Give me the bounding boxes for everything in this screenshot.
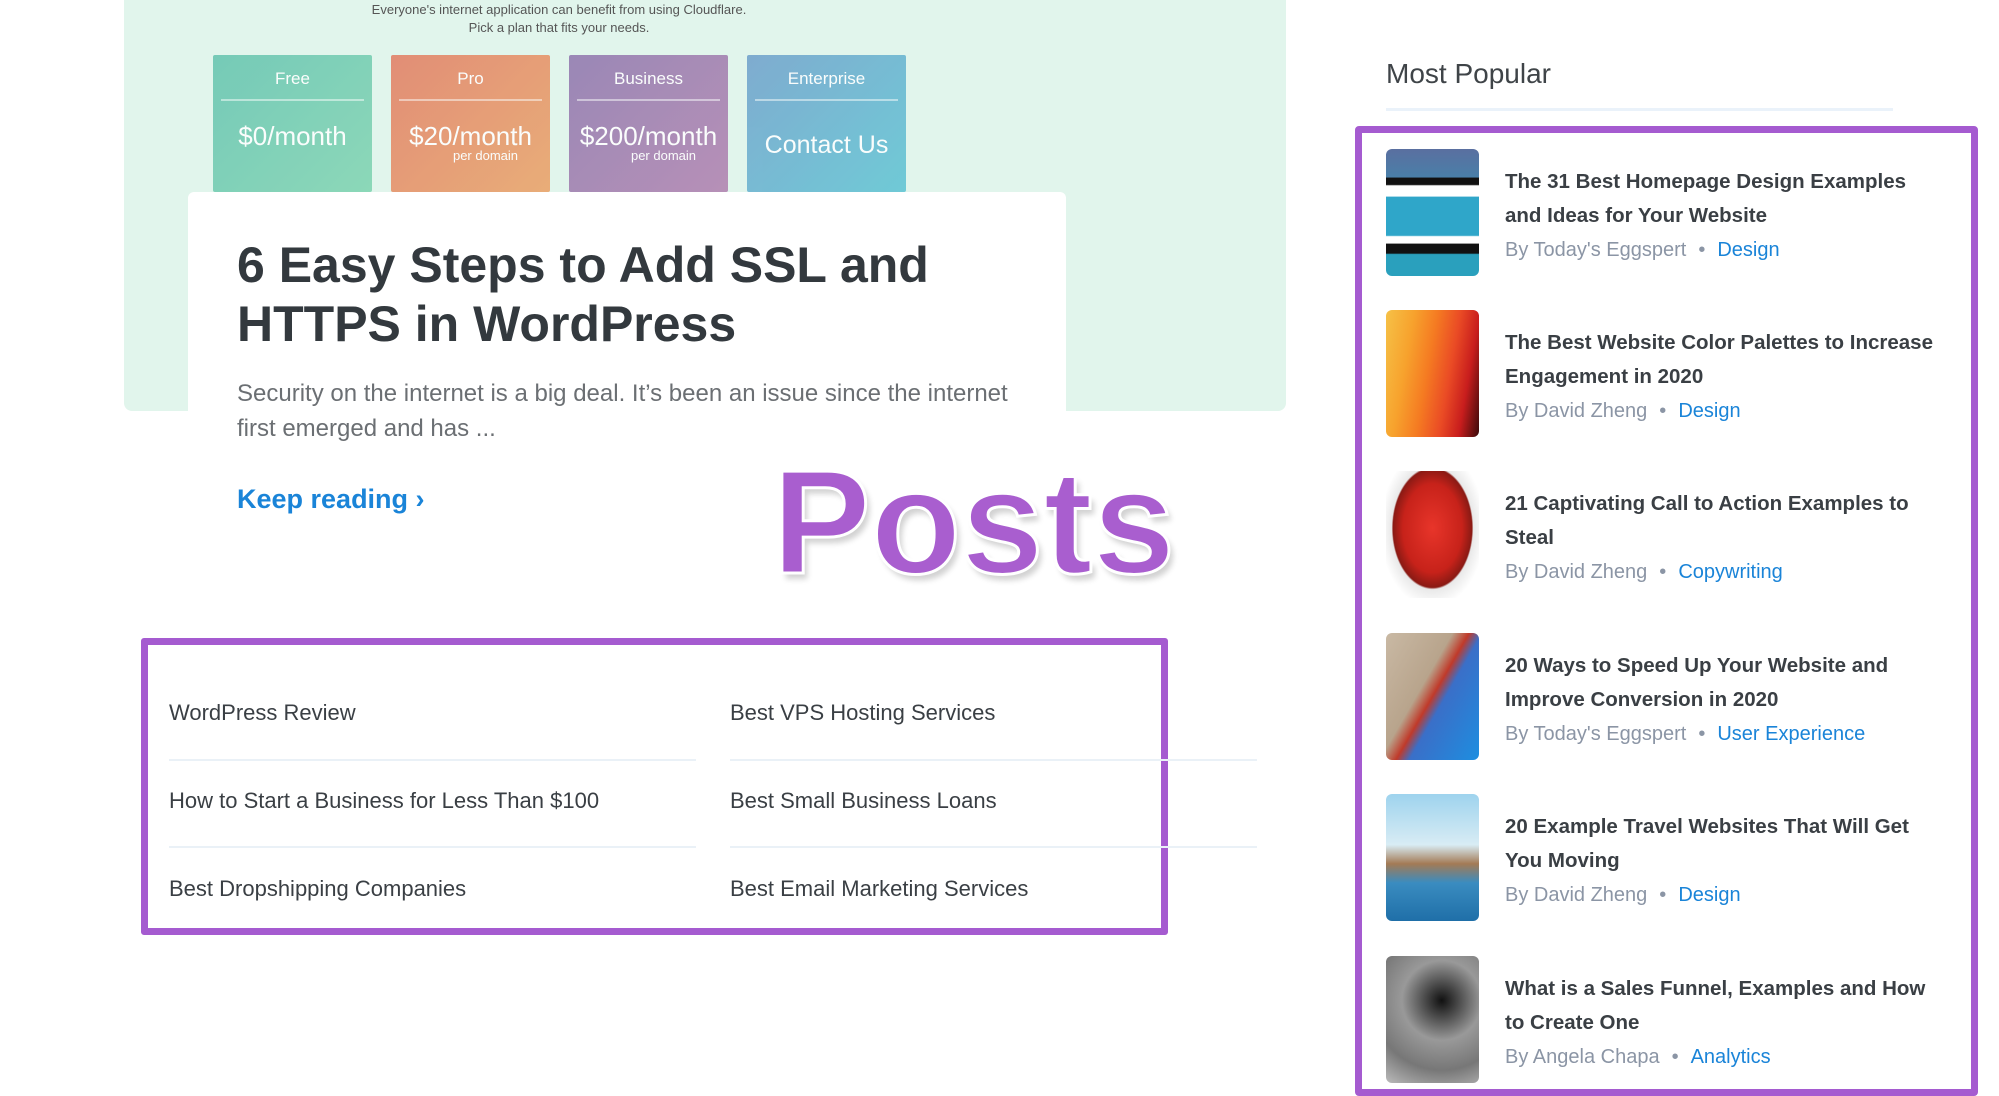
item-category[interactable]: Design bbox=[1678, 884, 1740, 906]
bullet-icon: • bbox=[1659, 561, 1667, 583]
item-title[interactable]: 20 Ways to Speed Up Your Website and Imp… bbox=[1505, 649, 1935, 717]
hero-tagline-top: Everyone's internet application can bene… bbox=[371, 2, 747, 17]
world-landmarks-thumbnail[interactable] bbox=[1386, 794, 1479, 921]
plan-price: Contact Us bbox=[764, 131, 889, 159]
item-category[interactable]: Copywriting bbox=[1678, 561, 1782, 583]
bullet-icon: • bbox=[1659, 884, 1667, 906]
popular-item[interactable]: The Best Website Color Palettes to Incre… bbox=[1386, 310, 1946, 440]
homepage-screenshot-thumbnail[interactable] bbox=[1386, 149, 1479, 276]
popular-item[interactable]: 21 Captivating Call to Action Examples t… bbox=[1386, 471, 1946, 601]
item-category[interactable]: User Experience bbox=[1717, 723, 1865, 745]
bullet-icon: • bbox=[1698, 723, 1706, 745]
article-title[interactable]: 6 Easy Steps to Add SSL and HTTPS in Wor… bbox=[237, 236, 1037, 354]
item-author: By Angela Chapa bbox=[1505, 1046, 1660, 1068]
bullet-icon: • bbox=[1671, 1046, 1679, 1068]
roller-coaster-thumbnail[interactable] bbox=[1386, 633, 1479, 760]
popular-item[interactable]: 20 Ways to Speed Up Your Website and Imp… bbox=[1386, 633, 1946, 763]
divider bbox=[730, 846, 1257, 848]
hero-tagline: Pick a plan that fits your needs. bbox=[468, 20, 650, 35]
item-title[interactable]: 21 Captivating Call to Action Examples t… bbox=[1505, 487, 1935, 555]
item-category[interactable]: Analytics bbox=[1691, 1046, 1771, 1068]
popular-item[interactable]: 20 Example Travel Websites That Will Get… bbox=[1386, 794, 1946, 924]
item-author: By Today's Eggspert bbox=[1505, 723, 1687, 745]
plan-card-business: Business $200/month per domain bbox=[569, 55, 728, 192]
color-swatches-thumbnail[interactable] bbox=[1386, 310, 1479, 437]
article-excerpt: Security on the internet is a big deal. … bbox=[237, 380, 1008, 442]
item-category[interactable]: Design bbox=[1717, 239, 1779, 261]
most-popular-heading: Most Popular bbox=[1386, 58, 1551, 89]
post-link[interactable]: Best VPS Hosting Services bbox=[730, 700, 995, 726]
act-now-button-thumbnail[interactable] bbox=[1386, 471, 1479, 598]
post-link[interactable]: How to Start a Business for Less Than $1… bbox=[169, 788, 599, 814]
post-link[interactable]: Best Small Business Loans bbox=[730, 788, 997, 814]
post-link[interactable]: Best Dropshipping Companies bbox=[169, 876, 466, 902]
plan-name: Pro bbox=[399, 69, 542, 101]
post-link[interactable]: Best Email Marketing Services bbox=[730, 876, 1028, 902]
post-link[interactable]: WordPress Review bbox=[169, 700, 356, 726]
plan-card-free: Free $0/month bbox=[213, 55, 372, 192]
plan-name: Free bbox=[221, 69, 364, 101]
plan-price: $0/month bbox=[238, 121, 347, 151]
plan-name: Enterprise bbox=[755, 69, 898, 101]
divider bbox=[730, 759, 1257, 761]
divider bbox=[169, 759, 696, 761]
bullet-icon: • bbox=[1698, 239, 1706, 261]
popular-item[interactable]: What is a Sales Funnel, Examples and How… bbox=[1386, 956, 1946, 1086]
bullet-icon: • bbox=[1659, 400, 1667, 422]
item-category[interactable]: Design bbox=[1678, 400, 1740, 422]
item-author: By David Zheng bbox=[1505, 561, 1648, 583]
item-title[interactable]: The 31 Best Homepage Design Examples and… bbox=[1505, 165, 1935, 233]
item-title[interactable]: The Best Website Color Palettes to Incre… bbox=[1505, 326, 1935, 394]
plan-card-enterprise: Enterprise Contact Us bbox=[747, 55, 906, 192]
item-title[interactable]: What is a Sales Funnel, Examples and How… bbox=[1505, 972, 1935, 1040]
plan-card-pro: Pro $20/month per domain bbox=[391, 55, 550, 192]
divider bbox=[169, 846, 696, 848]
item-author: By David Zheng bbox=[1505, 400, 1648, 422]
item-title[interactable]: 20 Example Travel Websites That Will Get… bbox=[1505, 810, 1935, 878]
keep-reading-link[interactable]: Keep reading › bbox=[237, 484, 425, 515]
money-funnel-thumbnail[interactable] bbox=[1386, 956, 1479, 1083]
item-author: By Today's Eggspert bbox=[1505, 239, 1687, 261]
divider bbox=[1386, 108, 1893, 111]
posts-annotation-label: Posts bbox=[770, 439, 1176, 607]
popular-item[interactable]: The 31 Best Homepage Design Examples and… bbox=[1386, 149, 1946, 279]
plan-name: Business bbox=[577, 69, 720, 101]
item-author: By David Zheng bbox=[1505, 884, 1648, 906]
